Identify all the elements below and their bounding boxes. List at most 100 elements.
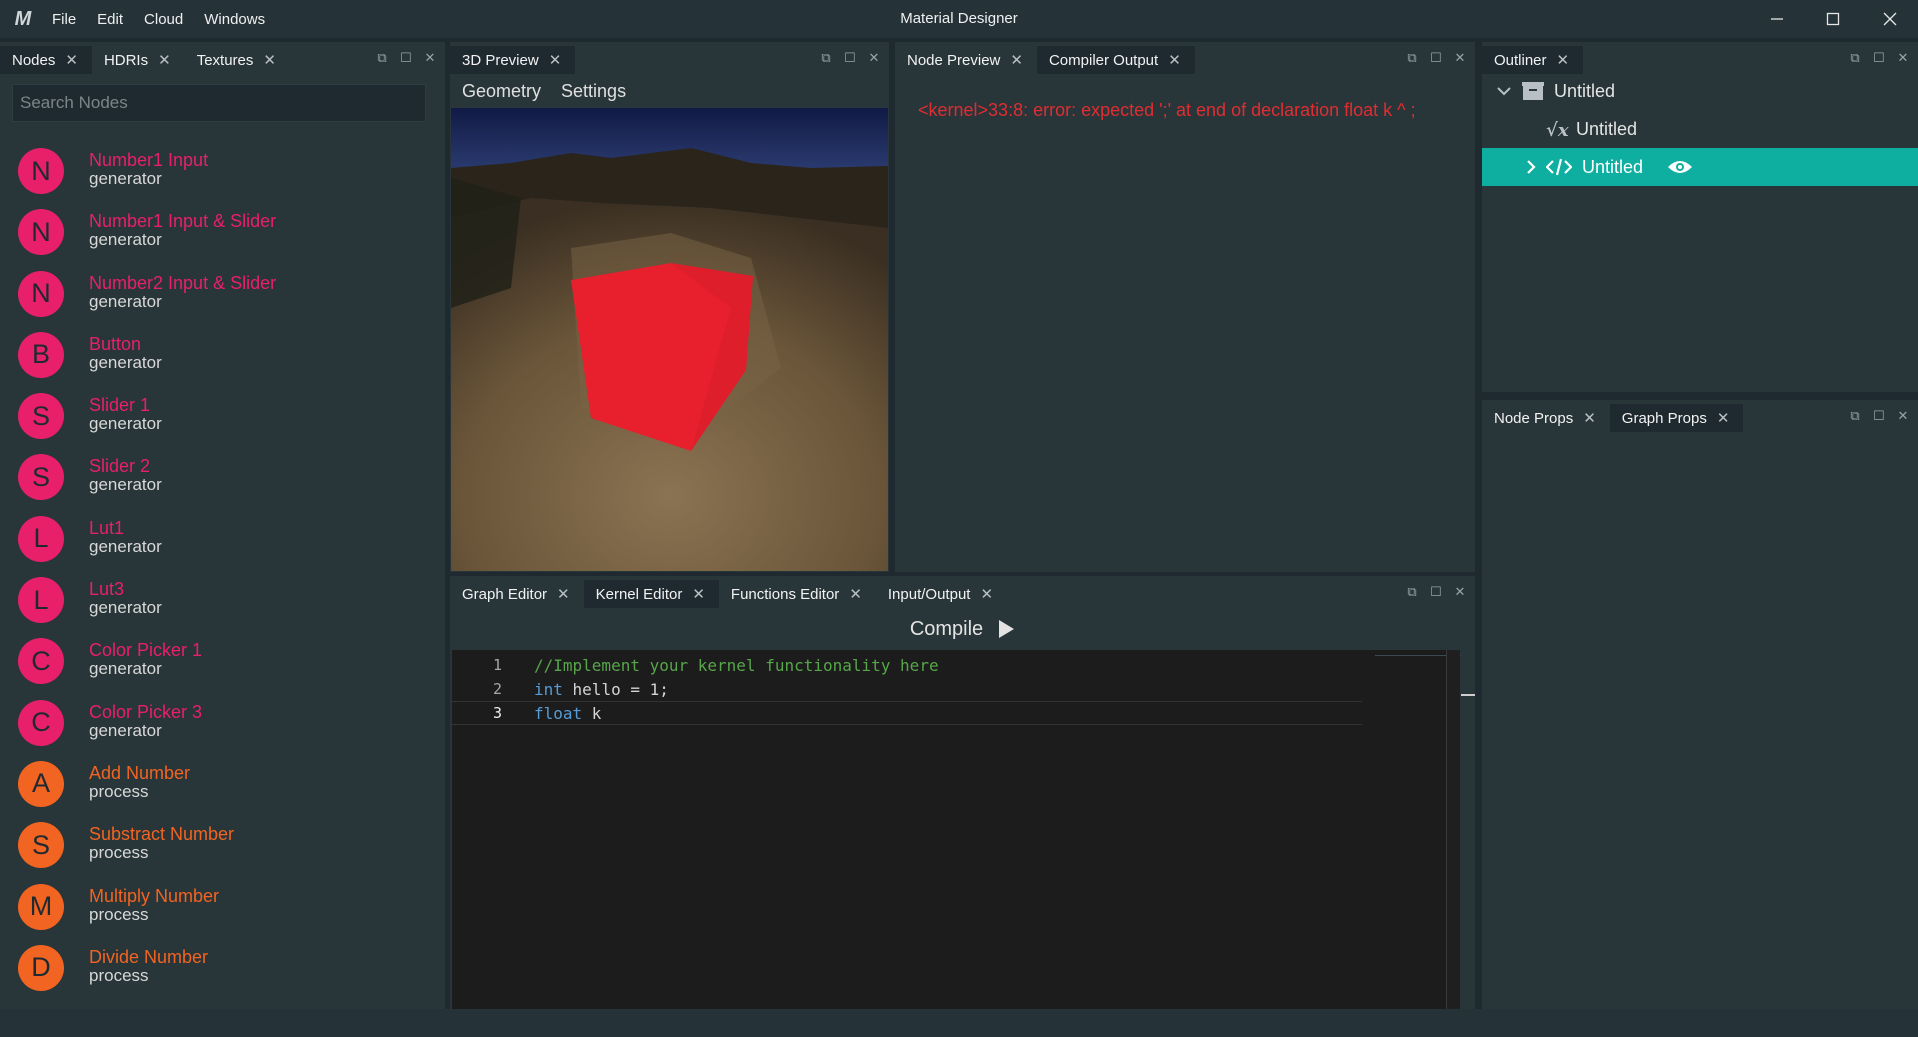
float-panel-icon[interactable]: ⧉: [1848, 408, 1862, 424]
geometry-tab[interactable]: Geometry: [462, 81, 541, 102]
code-rest: k: [582, 703, 602, 723]
close-tab-icon[interactable]: ✕: [263, 51, 276, 69]
node-list-item[interactable]: A Add Number process: [0, 759, 445, 820]
close-panel-icon[interactable]: ✕: [1896, 408, 1910, 424]
panel-controls: ⧉ ☐ ✕: [1848, 408, 1910, 424]
node-list-item[interactable]: N Number1 Input & Slider generator: [0, 207, 445, 268]
outliner-item-kernel-selected[interactable]: Untitled: [1482, 148, 1918, 186]
float-panel-icon[interactable]: ⧉: [375, 50, 389, 66]
close-tab-icon[interactable]: ✕: [692, 585, 705, 603]
node-category: process: [89, 965, 149, 985]
eye-icon[interactable]: [1667, 158, 1693, 176]
maximize-panel-icon[interactable]: ☐: [843, 50, 857, 66]
node-list-item[interactable]: B Button generator: [0, 330, 445, 391]
menu-edit[interactable]: Edit: [97, 11, 123, 28]
3d-viewport[interactable]: [451, 108, 888, 571]
float-panel-icon[interactable]: ⧉: [1848, 50, 1862, 66]
maximize-button[interactable]: [1805, 0, 1861, 38]
close-panel-icon[interactable]: ✕: [867, 50, 881, 66]
tab-outliner[interactable]: Outliner ✕: [1482, 46, 1584, 74]
node-list-item[interactable]: S Slider 2 generator: [0, 452, 445, 513]
code-line: 1 //Implement your kernel functionality …: [452, 653, 1362, 677]
close-panel-icon[interactable]: ✕: [1453, 50, 1467, 66]
outliner-item-project[interactable]: Untitled: [1482, 72, 1918, 110]
close-tab-icon[interactable]: ✕: [980, 585, 993, 603]
node-category: generator: [89, 475, 162, 495]
node-text: Divide Number process: [89, 947, 208, 985]
tab-label: Node Preview: [907, 51, 1001, 69]
compile-button[interactable]: Compile: [450, 608, 1475, 650]
tab-kernel-editor[interactable]: Kernel Editor ✕: [583, 580, 719, 608]
maximize-panel-icon[interactable]: ☐: [1872, 408, 1886, 424]
tab-input-output[interactable]: Input/Output ✕: [876, 580, 1007, 608]
tab-node-props[interactable]: Node Props ✕: [1482, 404, 1610, 432]
tab-hdris[interactable]: HDRIs ✕: [92, 46, 185, 74]
outliner-item-function[interactable]: √x Untitled: [1482, 110, 1918, 148]
vertical-scrollbar[interactable]: [1446, 650, 1460, 1009]
panel-controls: ⧉ ☐ ✕: [819, 50, 881, 66]
node-list-item[interactable]: S Slider 1 generator: [0, 391, 445, 452]
node-list-item[interactable]: L Lut3 generator: [0, 575, 445, 636]
node-list-item[interactable]: N Number1 Input generator: [0, 146, 445, 207]
maximize-panel-icon[interactable]: ☐: [1872, 50, 1886, 66]
tab-compiler-output[interactable]: Compiler Output ✕: [1036, 46, 1195, 74]
search-nodes-input[interactable]: Search Nodes: [12, 84, 426, 122]
close-tab-icon[interactable]: ✕: [1168, 51, 1181, 69]
close-panel-icon[interactable]: ✕: [423, 50, 437, 66]
line-number: 3: [492, 704, 502, 722]
node-text: Number1 Input generator: [89, 150, 208, 188]
close-tab-icon[interactable]: ✕: [65, 51, 78, 69]
node-list-item[interactable]: S Substract Number process: [0, 820, 445, 881]
node-text: Lut3 generator: [89, 579, 162, 617]
tab-graph-editor[interactable]: Graph Editor ✕: [450, 580, 584, 608]
code-editor[interactable]: 1 //Implement your kernel functionality …: [452, 650, 1461, 1009]
tab-3d-preview[interactable]: 3D Preview ✕: [450, 46, 576, 74]
float-panel-icon[interactable]: ⧉: [819, 50, 833, 66]
tab-functions-editor[interactable]: Functions Editor ✕: [719, 580, 876, 608]
close-tab-icon[interactable]: ✕: [557, 585, 570, 603]
close-tab-icon[interactable]: ✕: [1717, 409, 1730, 427]
node-list-item[interactable]: C Color Picker 1 generator: [0, 636, 445, 697]
tab-textures[interactable]: Textures ✕: [185, 46, 290, 74]
close-tab-icon[interactable]: ✕: [1557, 51, 1570, 69]
tab-nodes[interactable]: Nodes ✕: [0, 46, 92, 74]
close-panel-icon[interactable]: ✕: [1453, 584, 1467, 600]
minimize-button[interactable]: [1749, 0, 1805, 38]
code-line-current: 3 float k: [452, 701, 1362, 725]
node-list-item[interactable]: C Color Picker 3 generator: [0, 698, 445, 759]
title-bar: M File Edit Cloud Windows Material Desig…: [0, 0, 1918, 38]
float-panel-icon[interactable]: ⧉: [1405, 50, 1419, 66]
node-name: Number1 Input: [89, 150, 209, 170]
node-name: Number1 Input & Slider: [89, 211, 277, 232]
close-tab-icon[interactable]: ✕: [158, 51, 171, 69]
close-panel-icon[interactable]: ✕: [1896, 50, 1910, 66]
menu-cloud[interactable]: Cloud: [144, 11, 183, 28]
close-tab-icon[interactable]: ✕: [1010, 51, 1023, 69]
node-category: process: [89, 904, 149, 924]
float-panel-icon[interactable]: ⧉: [1405, 584, 1419, 600]
code-text: int hello = 1;: [534, 680, 669, 699]
tab-node-preview[interactable]: Node Preview ✕: [895, 46, 1037, 74]
close-tab-icon[interactable]: ✕: [1583, 409, 1596, 427]
panel-controls: ⧉ ☐ ✕: [375, 50, 437, 66]
node-name: Slider 2: [89, 456, 151, 477]
chevron-right-icon[interactable]: [1524, 159, 1538, 175]
chevron-down-icon[interactable]: [1494, 81, 1514, 101]
close-tab-icon[interactable]: ✕: [849, 585, 862, 603]
node-category: process: [89, 843, 149, 863]
node-list-item[interactable]: N Number2 Input & Slider generator: [0, 269, 445, 330]
node-list-item[interactable]: L Lut1 generator: [0, 514, 445, 575]
window-title: Material Designer: [900, 10, 1018, 27]
close-tab-icon[interactable]: ✕: [549, 51, 562, 69]
menu-windows[interactable]: Windows: [204, 11, 265, 28]
menu-file[interactable]: File: [52, 11, 76, 28]
tab-graph-props[interactable]: Graph Props ✕: [1609, 404, 1744, 432]
maximize-panel-icon[interactable]: ☐: [1429, 50, 1443, 66]
node-list-item[interactable]: M Multiply Number process: [0, 882, 445, 943]
node-list-item[interactable]: D Divide Number process: [0, 943, 445, 1004]
maximize-panel-icon[interactable]: ☐: [1429, 584, 1443, 600]
settings-tab[interactable]: Settings: [561, 81, 626, 102]
close-icon: [1883, 12, 1897, 26]
close-window-button[interactable]: [1862, 0, 1918, 38]
maximize-panel-icon[interactable]: ☐: [399, 50, 413, 66]
